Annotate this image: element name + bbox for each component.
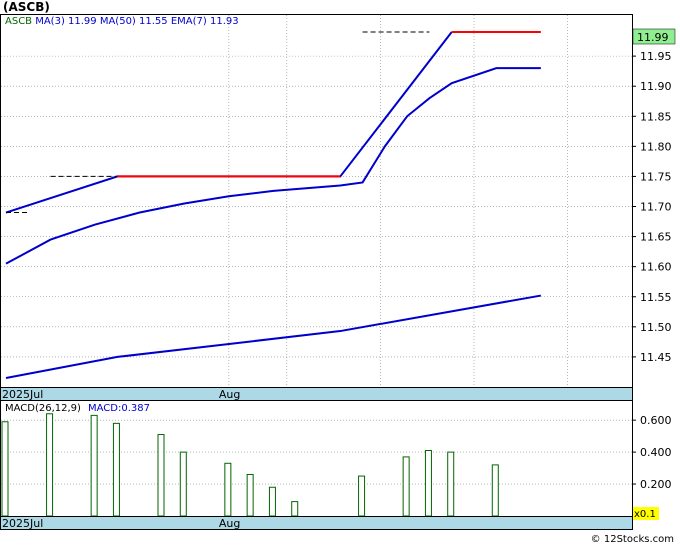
macd-bar	[447, 451, 455, 517]
legend-item: EMA(7)	[168, 16, 207, 27]
macd-bar	[402, 456, 410, 517]
macd-tick-label: 0.600	[640, 414, 672, 427]
macd-bar	[112, 422, 120, 517]
last-price-box: 11.99	[632, 28, 676, 45]
price-panel: 11.95 11.90 11.85 11.80 11.75 11.70 11.65 11.60…	[0, 14, 676, 401]
price-tick-label: 11.75	[640, 170, 672, 183]
legend-item: 11.99	[65, 16, 97, 27]
price-legend-text: ASCB MA(3) 11.99 MA(50) 11.55 EMA(7) 11.…	[5, 16, 239, 27]
price-legend: ASCB MA(3) 11.99 MA(50) 11.55 EMA(7) 11.…	[5, 16, 239, 27]
macd-scale-label: x0.1	[634, 509, 656, 520]
macd-bar	[424, 450, 432, 517]
price-x-tick-label: Aug	[219, 388, 240, 401]
price-tick-label: 11.80	[640, 140, 672, 153]
price-x-tick-label: 2025Jul	[2, 388, 43, 401]
macd-bar	[157, 434, 165, 517]
macd-y-axis: 0.600 0.400 0.200	[632, 414, 672, 491]
price-tick-label: 11.45	[640, 351, 672, 364]
macd-bar	[268, 486, 276, 517]
price-tick-label: 11.90	[640, 80, 672, 93]
price-tick-label: 11.85	[640, 110, 672, 123]
macd-x-tick-label: Aug	[219, 517, 240, 530]
price-date-band	[0, 387, 633, 401]
macd-bar	[358, 475, 366, 517]
price-tick-label: 11.65	[640, 231, 672, 244]
price-plot-frame	[0, 14, 633, 388]
macd-bar	[1, 421, 9, 517]
legend-item: 11.93	[207, 16, 239, 27]
price-tick-label: 11.50	[640, 321, 672, 334]
last-price-value: 11.99	[637, 31, 669, 44]
price-tick-label: 11.70	[640, 201, 672, 214]
price-tick-label: 11.60	[640, 261, 672, 274]
macd-bar	[179, 451, 187, 517]
macd-bar	[224, 462, 232, 517]
macd-bar	[246, 473, 254, 517]
macd-label: MACD(26,12,9)	[5, 403, 81, 414]
legend-item: MA(3)	[32, 16, 65, 27]
legend-item: MA(50)	[97, 16, 136, 27]
macd-tick-label: 0.400	[640, 446, 672, 459]
macd-date-band	[0, 516, 633, 530]
macd-bar	[90, 414, 98, 517]
price-tick-label: 11.95	[640, 50, 672, 63]
stock-chart: 11.95 11.90 11.85 11.80 11.75 11.70 11.65 11.60…	[0, 14, 676, 530]
macd-tick-label: 0.200	[640, 478, 672, 491]
macd-scale-box: x0.1	[633, 507, 659, 520]
macd-bar	[491, 464, 499, 517]
price-y-axis: 11.95 11.90 11.85 11.80 11.75 11.70 11.65 11.60…	[632, 50, 672, 364]
macd-value-label: MACD:0.387	[88, 403, 150, 414]
legend-item: ASCB	[5, 16, 32, 27]
macd-bar	[46, 413, 54, 517]
legend-item: 11.55	[136, 16, 168, 27]
footer-credit: © 12Stocks.com	[590, 534, 674, 545]
macd-panel: 0.600 0.400 0.200 MACD(26,12,9) MACD:0.387…	[0, 400, 672, 530]
macd-bar	[291, 501, 299, 517]
macd-x-tick-label: 2025Jul	[2, 517, 43, 530]
price-tick-label: 11.55	[640, 291, 672, 304]
